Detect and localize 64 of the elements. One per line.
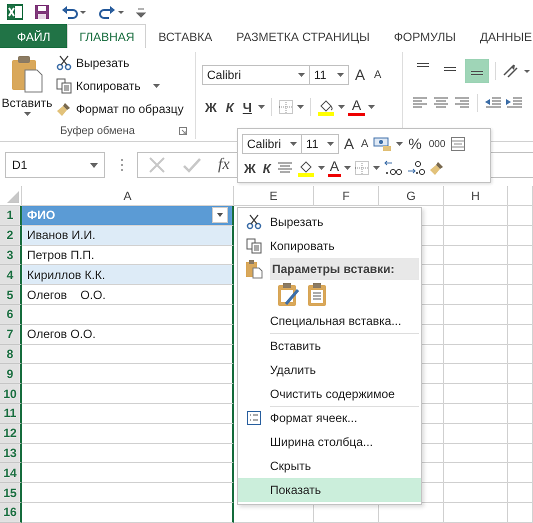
menu-item[interactable]: Скрыть [238, 454, 421, 478]
underline-button[interactable]: Ч [240, 100, 255, 114]
menu-item[interactable]: Показать [238, 478, 421, 502]
row-header[interactable]: 10 [0, 384, 22, 404]
row-header[interactable]: 15 [0, 483, 22, 503]
menu-heading: Параметры вставки: [270, 258, 419, 280]
row-header[interactable]: 6 [0, 304, 22, 325]
table-cell: Иванов И.И. [22, 226, 234, 246]
column-header[interactable]: A [22, 186, 234, 206]
font-size-field[interactable]: 11 [301, 134, 339, 154]
column-header[interactable]: G [379, 186, 444, 206]
copy-button[interactable]: Копировать [54, 75, 186, 97]
menu-item[interactable]: Формат ячеек... [238, 406, 421, 430]
thousands-button[interactable]: 000 [426, 138, 448, 150]
row-header[interactable]: 9 [0, 364, 22, 384]
menu-item[interactable]: Ширина столбца... [238, 430, 421, 454]
font-color-button[interactable]: A [328, 159, 342, 177]
italic-button[interactable]: К [260, 160, 273, 176]
row-header[interactable]: 5 [0, 285, 22, 305]
ribbon-tab[interactable]: ФАЙЛ [0, 24, 68, 48]
column-header[interactable]: E [234, 186, 314, 206]
font-size-field[interactable]: 11 [309, 65, 349, 85]
paste-button[interactable]: Вставить [0, 52, 54, 123]
menu-item[interactable]: Удалить [238, 358, 421, 382]
percent-button[interactable]: % [406, 136, 424, 152]
bold-button[interactable]: Ж [202, 100, 220, 114]
row-header[interactable]: 12 [0, 424, 22, 444]
cut-button[interactable]: Вырезать [54, 52, 186, 74]
font-name-field[interactable]: Calibri [242, 134, 302, 154]
menu-item[interactable]: Вырезать [238, 210, 421, 234]
name-box[interactable]: D1 [5, 152, 105, 178]
decrease-font-button[interactable]: A [359, 138, 370, 150]
table-cell: Кириллов К.К. [22, 265, 234, 286]
increase-font-button[interactable]: A [342, 136, 356, 152]
increase-font-button[interactable]: A [352, 66, 368, 84]
row-header[interactable]: 16 [0, 502, 22, 523]
row-header[interactable]: 13 [0, 444, 22, 464]
row-header[interactable]: 14 [0, 463, 22, 484]
font-color-button[interactable]: A [348, 98, 366, 116]
row-header[interactable]: 1 [0, 206, 22, 226]
row-header[interactable]: 2 [0, 226, 22, 246]
row-header[interactable]: 7 [0, 324, 22, 345]
menu-item[interactable]: Вставить [238, 334, 421, 358]
row-header[interactable]: 8 [0, 344, 22, 364]
row-header[interactable]: 11 [0, 404, 22, 424]
menu-item[interactable]: Копировать [238, 234, 421, 258]
ribbon-tab[interactable]: ГЛАВНАЯ [67, 24, 146, 48]
table-cell: Петров П.П. [22, 246, 234, 266]
table-cell: Олегов О.О. [22, 285, 234, 305]
group-label: Буфер обмена [60, 125, 135, 137]
format-painter-button[interactable]: Формат по образцу [54, 98, 186, 120]
decrease-font-button[interactable]: A [371, 69, 384, 81]
header-text: ФИО [27, 208, 56, 222]
row-header[interactable]: 4 [0, 265, 22, 286]
column-header[interactable]: H [444, 186, 508, 206]
bold-button[interactable]: Ж [242, 160, 258, 176]
row-header[interactable]: 3 [0, 246, 22, 266]
menu-item[interactable]: Специальная вставка... [238, 309, 421, 334]
table-cell: Олегов О.О. [22, 324, 234, 345]
font-name-field[interactable]: Calibri [202, 65, 310, 85]
menu-item[interactable]: Очистить содержимое [238, 382, 421, 406]
insert-function-button[interactable]: fx [218, 156, 230, 174]
column-header[interactable]: F [314, 186, 379, 206]
italic-button[interactable]: К [222, 100, 237, 114]
